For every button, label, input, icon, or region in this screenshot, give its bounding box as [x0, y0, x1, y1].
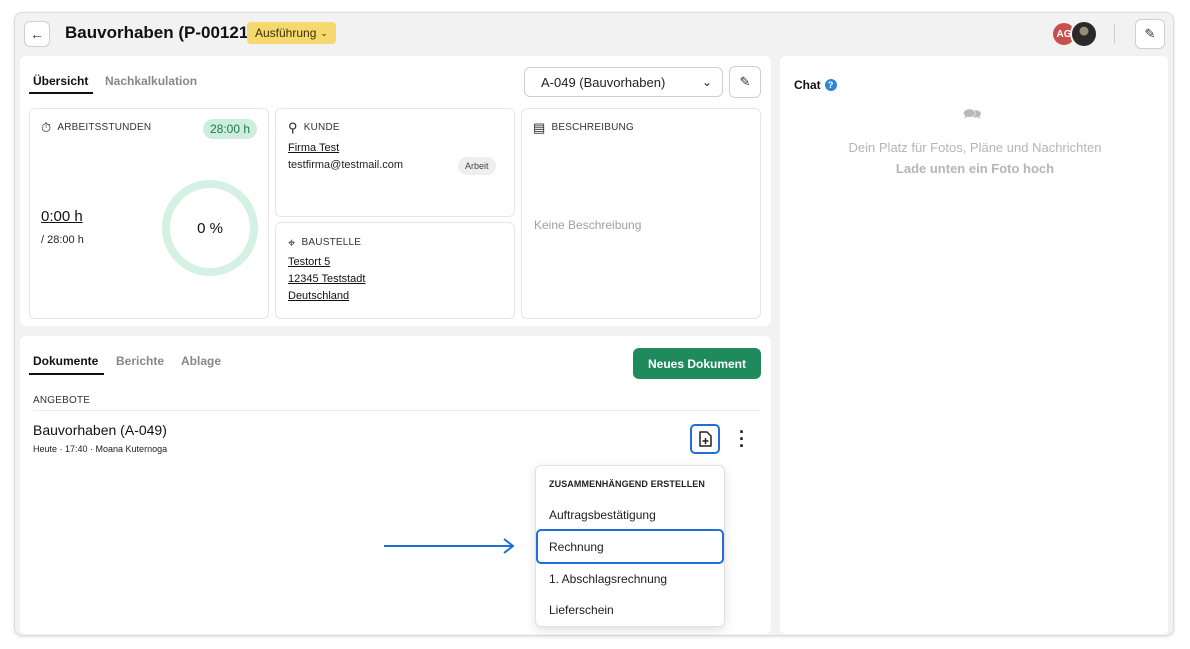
tab-post-calculation[interactable]: Nachkalkulation — [105, 74, 197, 88]
offer-select[interactable]: A-049 (Bauvorhaben) ⌄ — [524, 67, 723, 97]
menu-item-order-confirmation[interactable]: Auftragsbestätigung — [549, 508, 656, 522]
edit-offer-button[interactable]: ✎ — [729, 66, 761, 98]
highlight-box — [536, 529, 724, 564]
avatar-photo[interactable] — [1070, 20, 1098, 48]
arrow-left-icon: ← — [30, 26, 44, 42]
status-badge[interactable]: Ausführung ⌄ — [247, 22, 336, 44]
person-icon: ⚲ — [288, 120, 298, 135]
create-related-button[interactable] — [690, 424, 720, 454]
description-card — [521, 108, 761, 319]
offer-select-value: A-049 (Bauvorhaben) — [541, 74, 666, 90]
menu-heading: ZUSAMMENHÄNGEND ERSTELLEN — [549, 479, 706, 489]
site-city-link[interactable]: 12345 Teststadt — [288, 273, 365, 285]
description-label: ▤ BESCHREIBUNG — [533, 120, 634, 135]
chat-bubbles-icon: 🗪 — [963, 106, 982, 123]
customer-name-link[interactable]: Firma Test — [288, 142, 339, 154]
back-button[interactable]: ← — [24, 21, 50, 47]
chat-empty-text: Dein Platz für Fotos, Pläne und Nachrich… — [848, 140, 1102, 155]
help-icon[interactable]: ? — [824, 79, 837, 91]
tab-overview[interactable]: Übersicht — [33, 74, 88, 88]
pointer-arrow — [384, 538, 515, 554]
new-document-button[interactable]: Neues Dokument — [633, 348, 761, 379]
page-title: Bauvorhaben (P-00121) — [65, 23, 254, 42]
section-offers: ANGEBOTE — [33, 395, 91, 406]
progress-percent: 0 % — [197, 220, 223, 237]
chat-upload-hint: Lade unten ein Foto hoch — [895, 161, 1055, 176]
divider — [1114, 24, 1115, 44]
map-pin-icon: ⌖ — [288, 235, 296, 250]
menu-item-delivery-note[interactable]: Lieferschein — [549, 603, 614, 617]
file-plus-icon — [699, 431, 712, 447]
document-meta: Heute · 17:40 · Moana Kuternoga — [33, 444, 168, 454]
tab-documents[interactable]: Dokumente — [33, 354, 98, 368]
hours-total: / 28:00 h — [41, 234, 84, 246]
stopwatch-icon: ⏱ — [41, 120, 52, 135]
menu-item-partial-invoice[interactable]: 1. Abschlagsrechnung — [549, 572, 667, 586]
tab-reports[interactable]: Berichte — [116, 354, 164, 368]
chat-title: Chat? — [794, 78, 837, 92]
status-label: Ausführung — [255, 26, 317, 40]
customer-label: ⚲ KUNDE — [288, 120, 340, 135]
email-type-tag: Arbeit — [458, 157, 496, 175]
pencil-icon: ✎ — [1144, 26, 1156, 41]
message-icon: ▤ — [533, 120, 546, 135]
more-options-button[interactable]: · · · — [737, 423, 747, 455]
hours-badge: 28:00 h — [203, 119, 257, 139]
edit-project-button[interactable]: ✎ — [1135, 19, 1165, 49]
pencil-icon: ✎ — [739, 74, 751, 89]
hours-label: ⏱ ARBEITSSTUNDEN — [41, 120, 152, 135]
hours-value[interactable]: 0:00 h — [41, 208, 83, 225]
site-street-link[interactable]: Testort 5 — [288, 256, 330, 268]
customer-email: testfirma@testmail.com — [288, 159, 404, 171]
description-empty: Keine Beschreibung — [534, 218, 642, 232]
tab-underline — [29, 373, 104, 375]
tab-files[interactable]: Ablage — [181, 354, 221, 368]
chevron-down-icon: ⌄ — [701, 75, 712, 89]
chevron-down-icon: ⌄ — [320, 27, 328, 38]
site-label: ⌖ BAUSTELLE — [288, 235, 362, 250]
document-title[interactable]: Bauvorhaben (A-049) — [33, 422, 167, 438]
site-country-link[interactable]: Deutschland — [288, 290, 349, 302]
divider — [33, 410, 761, 411]
tab-underline — [29, 92, 93, 94]
